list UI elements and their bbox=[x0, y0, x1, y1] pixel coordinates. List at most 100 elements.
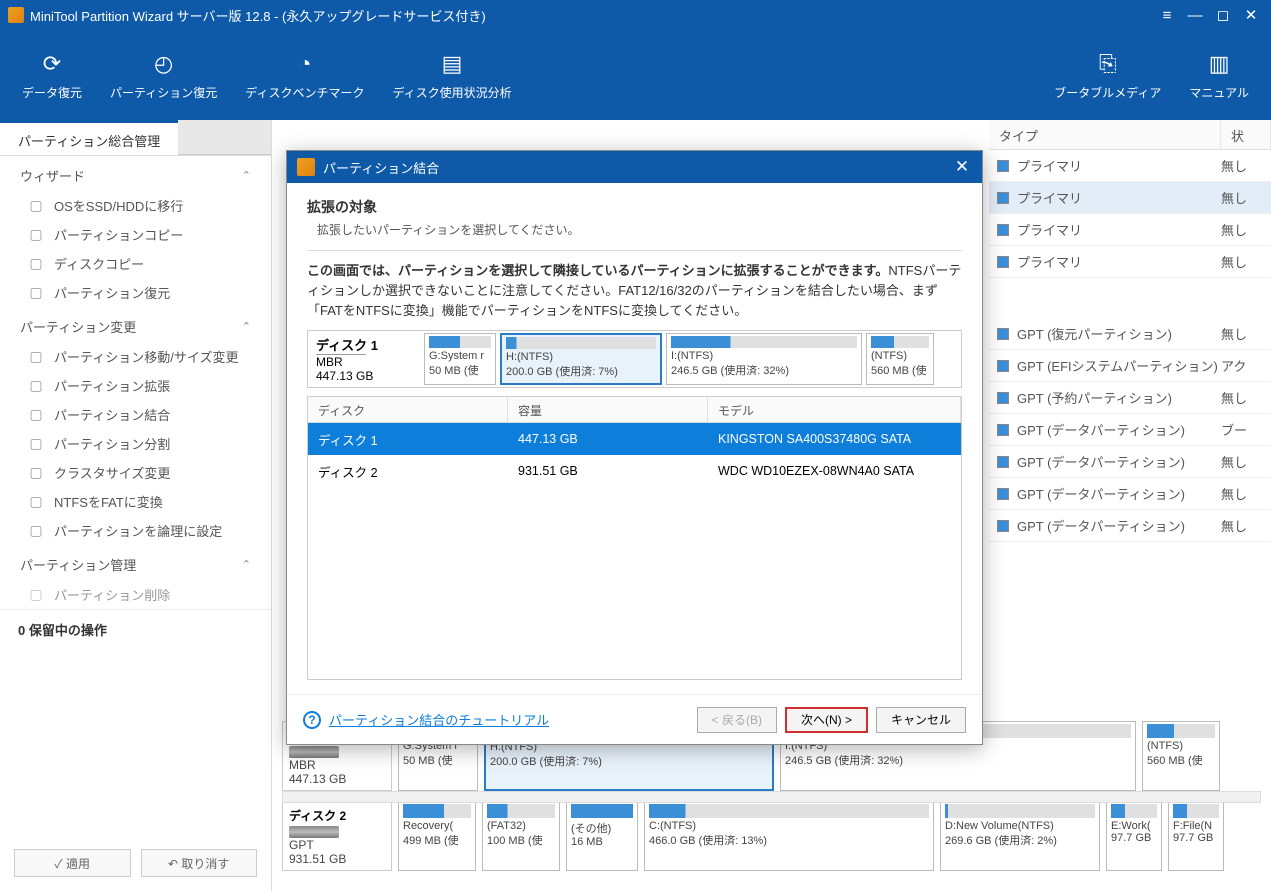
dialog-heading: 拡張の対象 bbox=[307, 197, 962, 217]
modal-partition-block[interactable]: I:(NTFS)246.5 GB (使用済: 32%) bbox=[666, 333, 862, 385]
usage-bar bbox=[871, 336, 929, 348]
data-recovery-icon: ⟳ bbox=[38, 50, 66, 78]
close-button[interactable]: ✕ bbox=[1239, 5, 1263, 25]
table-row[interactable]: GPT (データパーティション)ブー bbox=[989, 414, 1271, 446]
dialog-close-button[interactable]: ✕ bbox=[952, 157, 972, 177]
tab-inactive bbox=[178, 120, 271, 155]
partition-block[interactable]: Recovery(499 MB (使 bbox=[398, 801, 476, 871]
disk-icon bbox=[289, 826, 339, 838]
table-row[interactable]: プライマリ無し bbox=[989, 246, 1271, 278]
chevron-icon: ⌃ bbox=[242, 169, 251, 182]
toolbar: ⟳データ復元 ◴パーティション復元 ◔ディスクベンチマーク ▤ディスク使用状況分… bbox=[0, 30, 1271, 120]
color-swatch bbox=[997, 328, 1009, 340]
partition-block[interactable]: (NTFS)560 MB (使 bbox=[1142, 721, 1220, 791]
next-button[interactable]: 次へ(N) > bbox=[785, 707, 868, 733]
section-header[interactable]: パーティション変更⌃ bbox=[0, 307, 271, 342]
partition-block[interactable]: (FAT32)100 MB (使 bbox=[482, 801, 560, 871]
color-swatch bbox=[997, 360, 1009, 372]
item-icon: ▢ bbox=[28, 465, 44, 481]
scrollbar-horizontal[interactable] bbox=[282, 791, 1261, 803]
sidebar-item[interactable]: ▢クラスタサイズ変更 bbox=[0, 458, 271, 487]
tab-partition-management[interactable]: パーティション総合管理 bbox=[0, 120, 178, 155]
usage-bar bbox=[403, 804, 471, 818]
usage-bar bbox=[487, 804, 555, 818]
modal-partition-block[interactable]: (NTFS)560 MB (使 bbox=[866, 333, 934, 385]
benchmark-icon: ◔ bbox=[291, 50, 319, 78]
sidebar-item[interactable]: ▢パーティションコピー bbox=[0, 220, 271, 249]
disk-table-row[interactable]: ディスク 2931.51 GBWDC WD10EZEX-08WN4A0 SATA bbox=[308, 455, 961, 487]
partition-recovery-icon: ◴ bbox=[150, 50, 178, 78]
sidebar-item[interactable]: ▢パーティション削除 bbox=[0, 580, 271, 609]
usage-bar bbox=[671, 336, 857, 348]
maximize-button[interactable]: ◻ bbox=[1211, 5, 1235, 25]
sidebar-item[interactable]: ▢NTFSをFATに変換 bbox=[0, 487, 271, 516]
dialog-description: この画面では、パーティションを選択して隣接しているパーティションに拡張することが… bbox=[307, 261, 962, 320]
app-icon bbox=[8, 7, 24, 23]
manual-button[interactable]: ▥マニュアル bbox=[1175, 44, 1263, 107]
apply-button[interactable]: ✓ 適用 bbox=[14, 849, 131, 877]
table-row[interactable]: GPT (EFIシステムパーティション)アク bbox=[989, 350, 1271, 382]
col-capacity: 容量 bbox=[508, 397, 708, 422]
item-icon: ▢ bbox=[28, 494, 44, 510]
sidebar-item[interactable]: ▢パーティション移動/サイズ変更 bbox=[0, 342, 271, 371]
disk-usage-button[interactable]: ▤ディスク使用状況分析 bbox=[378, 44, 525, 107]
item-icon: ▢ bbox=[28, 378, 44, 394]
partition-recovery-button[interactable]: ◴パーティション復元 bbox=[96, 44, 231, 107]
table-row[interactable]: GPT (復元パーティション)無し bbox=[989, 318, 1271, 350]
disk-icon bbox=[289, 746, 339, 758]
tutorial-link[interactable]: パーティション結合のチュートリアル bbox=[329, 710, 549, 729]
menu-icon[interactable]: ≡ bbox=[1155, 5, 1179, 25]
chevron-icon: ⌃ bbox=[242, 558, 251, 571]
sidebar-item[interactable]: ▢パーティション拡張 bbox=[0, 371, 271, 400]
sidebar-item[interactable]: ▢パーティションを論理に設定 bbox=[0, 516, 271, 545]
usage-icon: ▤ bbox=[438, 50, 466, 78]
partition-block[interactable]: C:(NTFS)466.0 GB (使用済: 13%) bbox=[644, 801, 934, 871]
undo-button[interactable]: ↶ 取り消す bbox=[141, 849, 258, 877]
table-row[interactable]: GPT (データパーティション)無し bbox=[989, 478, 1271, 510]
partition-block[interactable]: D:New Volume(NTFS)269.6 GB (使用済: 2%) bbox=[940, 801, 1100, 871]
book-icon: ▥ bbox=[1205, 50, 1233, 78]
item-icon: ▢ bbox=[28, 198, 44, 214]
color-swatch bbox=[997, 392, 1009, 404]
color-swatch bbox=[997, 488, 1009, 500]
table-row[interactable]: GPT (データパーティション)無し bbox=[989, 446, 1271, 478]
usage-bar bbox=[429, 336, 491, 348]
table-row[interactable]: GPT (予約パーティション)無し bbox=[989, 382, 1271, 414]
usb-icon: ⎘ bbox=[1094, 50, 1122, 78]
modal-disk-label: ディスク 1MBR447.13 GB bbox=[310, 333, 420, 385]
modal-disk-layout: ディスク 1MBR447.13 GBG:System r50 MB (使H:(N… bbox=[307, 330, 962, 388]
cancel-button[interactable]: キャンセル bbox=[876, 707, 966, 733]
item-icon: ▢ bbox=[28, 285, 44, 301]
modal-partition-block[interactable]: H:(NTFS)200.0 GB (使用済: 7%) bbox=[500, 333, 662, 385]
table-row[interactable]: プライマリ無し bbox=[989, 150, 1271, 182]
modal-partition-block[interactable]: G:System r50 MB (使 bbox=[424, 333, 496, 385]
sidebar-item[interactable]: ▢パーティション分割 bbox=[0, 429, 271, 458]
section-header[interactable]: ウィザード⌃ bbox=[0, 156, 271, 191]
item-icon: ▢ bbox=[28, 436, 44, 452]
sidebar-item[interactable]: ▢パーティション結合 bbox=[0, 400, 271, 429]
usage-bar bbox=[506, 337, 656, 349]
help-icon: ? bbox=[303, 711, 321, 729]
table-row[interactable]: プライマリ無し bbox=[989, 214, 1271, 246]
item-icon: ▢ bbox=[28, 587, 44, 603]
color-swatch bbox=[997, 192, 1009, 204]
disk-benchmark-button[interactable]: ◔ディスクベンチマーク bbox=[231, 44, 378, 107]
partition-block[interactable]: (その他)16 MB bbox=[566, 801, 638, 871]
dialog-subtitle: 拡張したいパーティションを選択してください。 bbox=[307, 221, 962, 238]
sidebar-item[interactable]: ▢OSをSSD/HDDに移行 bbox=[0, 191, 271, 220]
section-header[interactable]: パーティション管理⌃ bbox=[0, 545, 271, 580]
minimize-button[interactable]: — bbox=[1183, 5, 1207, 25]
merge-partition-dialog: パーティション結合 ✕ 拡張の対象 拡張したいパーティションを選択してください。… bbox=[286, 150, 983, 745]
color-swatch bbox=[997, 256, 1009, 268]
item-icon: ▢ bbox=[28, 349, 44, 365]
bootable-media-button[interactable]: ⎘ブータブルメディア bbox=[1040, 44, 1175, 107]
partition-block[interactable]: E:Work(97.7 GB bbox=[1106, 801, 1162, 871]
data-recovery-button[interactable]: ⟳データ復元 bbox=[8, 44, 96, 107]
partition-block[interactable]: F:File(N97.7 GB bbox=[1168, 801, 1224, 871]
sidebar-item[interactable]: ▢ディスクコピー bbox=[0, 249, 271, 278]
table-row[interactable]: GPT (データパーティション)無し bbox=[989, 510, 1271, 542]
usage-bar bbox=[571, 804, 633, 818]
table-row[interactable]: プライマリ無し bbox=[989, 182, 1271, 214]
disk-table-row[interactable]: ディスク 1447.13 GBKINGSTON SA400S37480G SAT… bbox=[308, 423, 961, 455]
sidebar-item[interactable]: ▢パーティション復元 bbox=[0, 278, 271, 307]
